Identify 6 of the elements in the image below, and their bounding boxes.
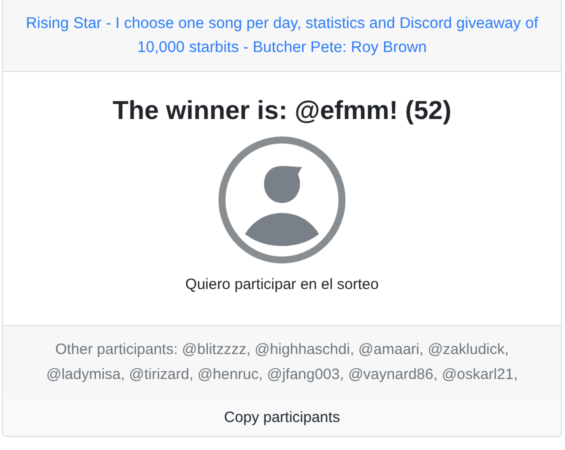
participants-list: Other participants: @blitzzzz, @highhaschdi, @amaari, @zakludick, @ladymisa, @tirizard, @henruc, @jfang003, @vaynard86, @oskarl21, [23,337,541,387]
avatar-icon [218,136,346,264]
post-link[interactable]: Rising Star - I choose one song per day, statistics and Discord giveaway of 10,000 starbits - Butcher Pete: Roy Brown [23,12,541,60]
winner-title: The winner is: @efmm! (52) [112,94,452,126]
copy-participants-button[interactable]: Copy participants [3,398,561,436]
winner-comment: Quiero participar en el sorteo [185,276,379,293]
